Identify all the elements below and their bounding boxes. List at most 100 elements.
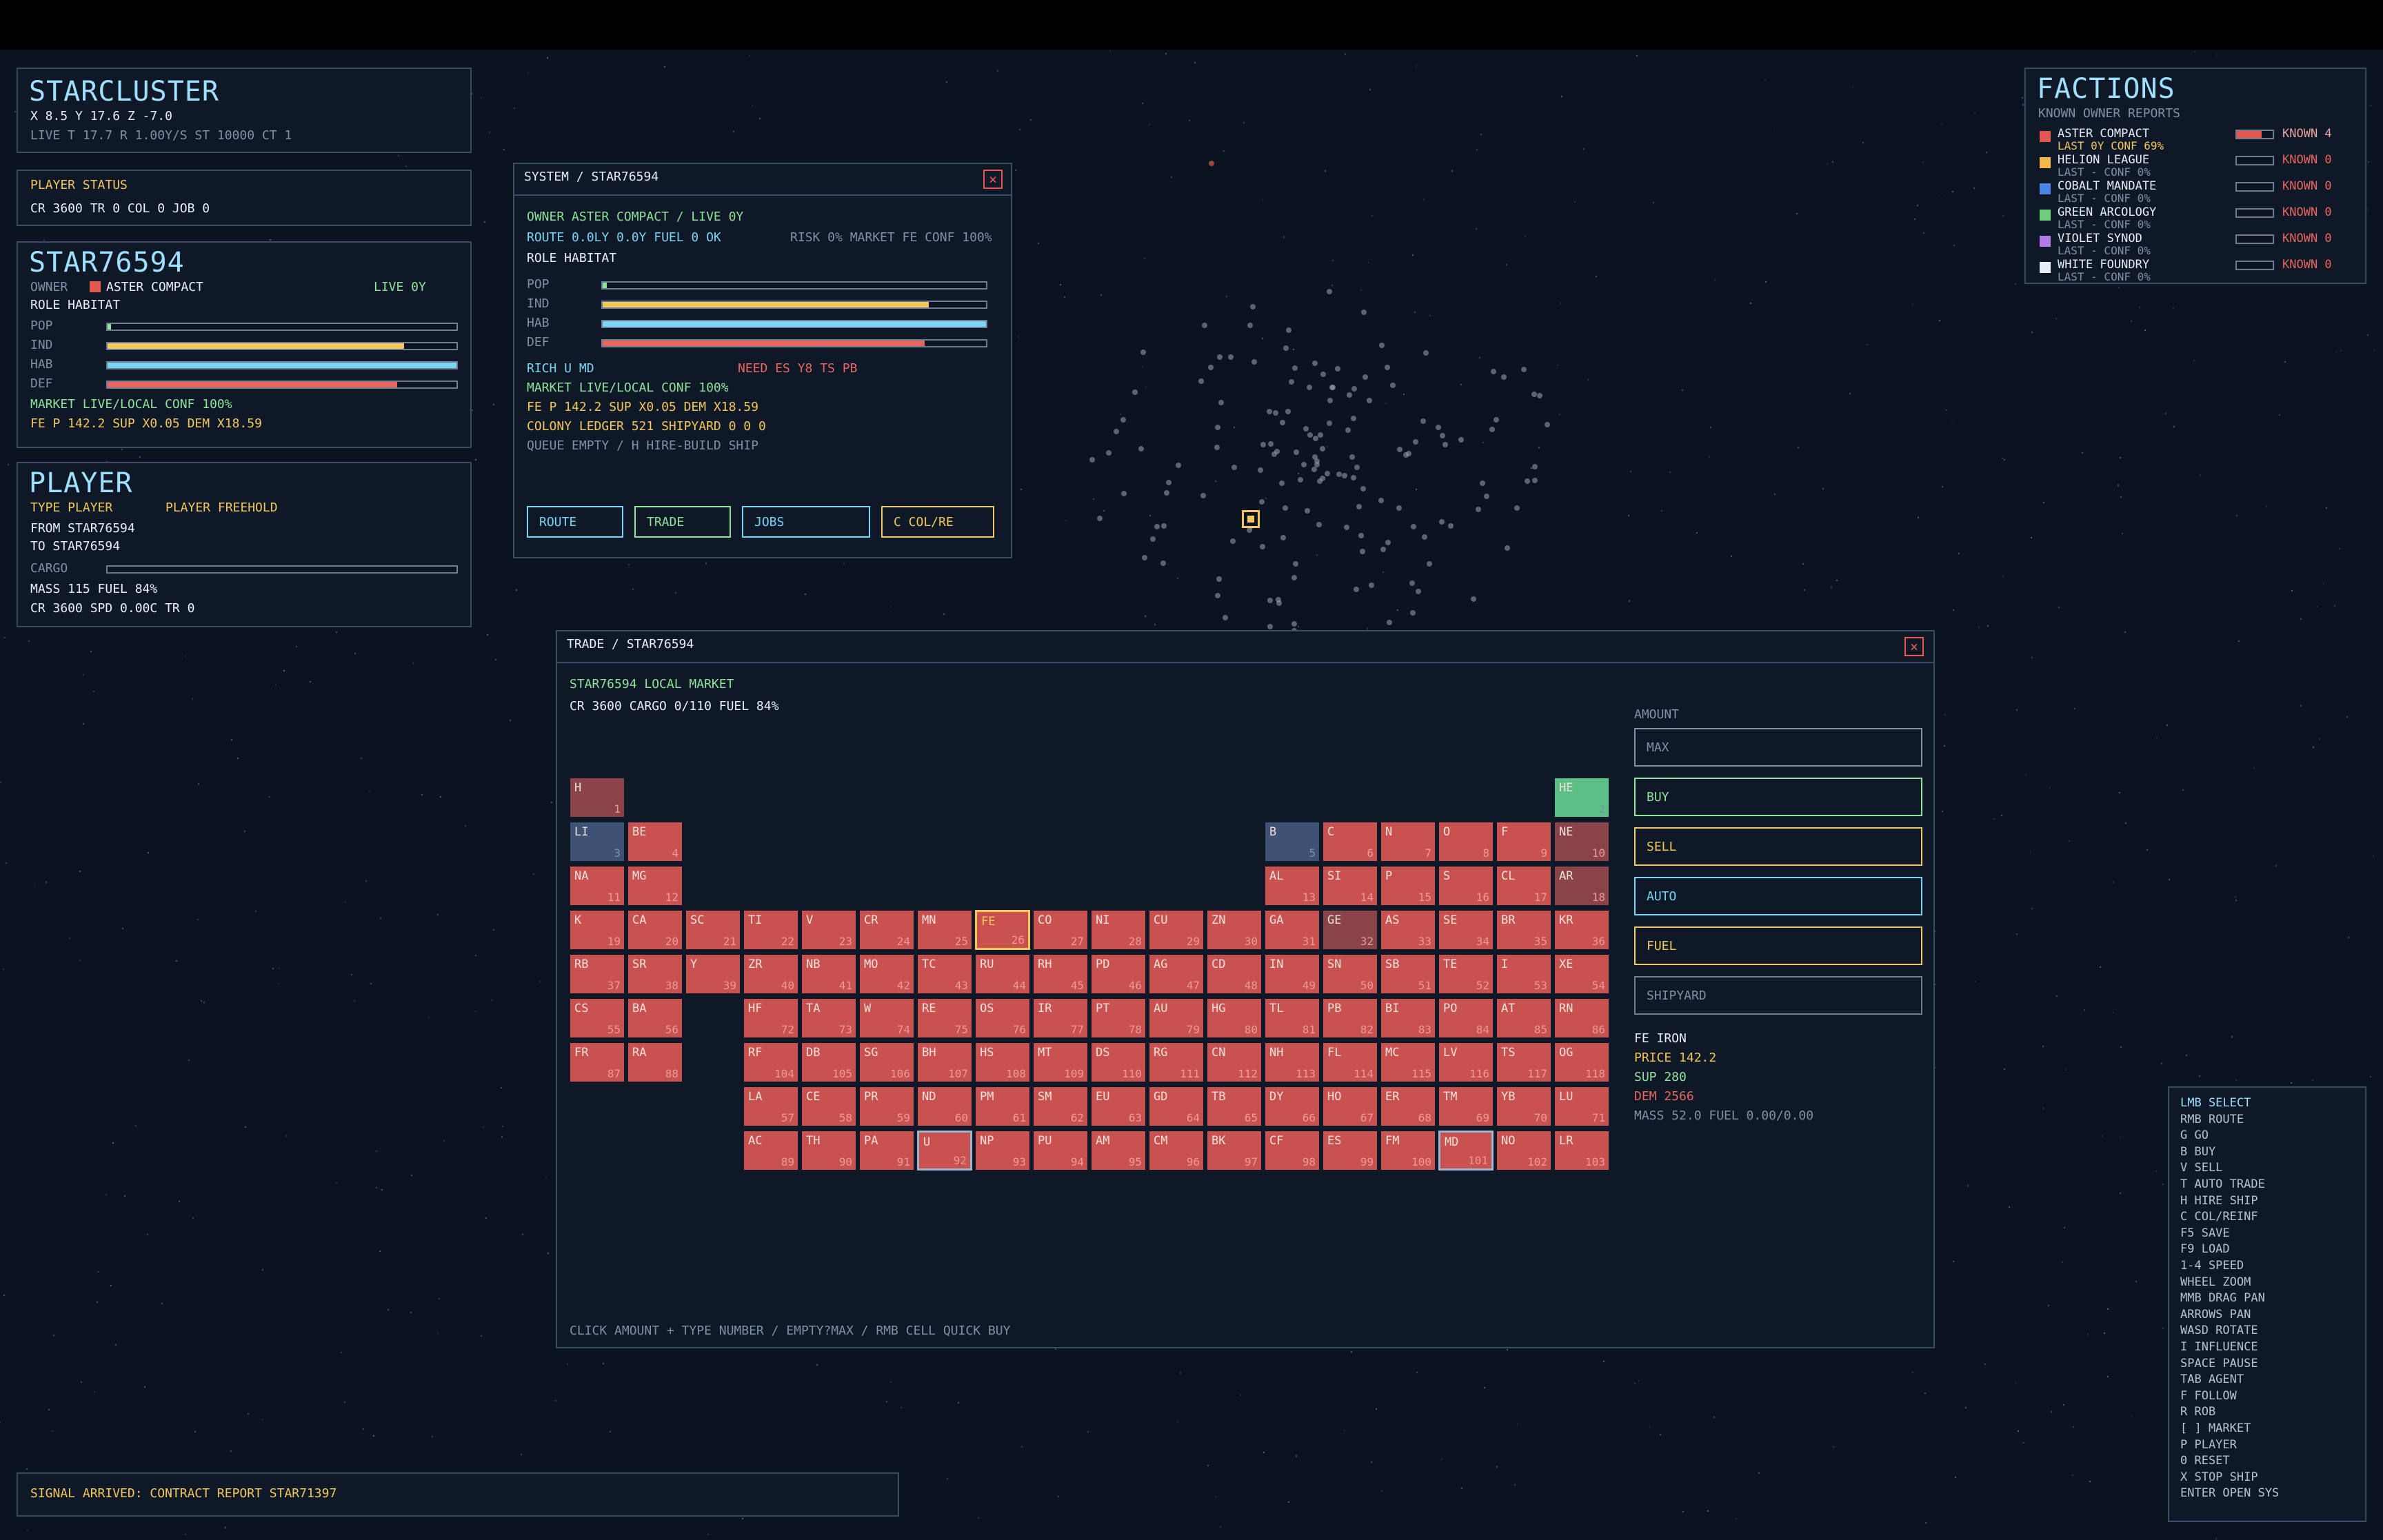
element-cell-mn[interactable]: MN 25: [917, 910, 972, 950]
element-cell-mc[interactable]: MC 115: [1380, 1042, 1436, 1082]
element-cell-kr[interactable]: KR 36: [1554, 910, 1609, 950]
element-cell-hs[interactable]: HS 108: [975, 1042, 1030, 1082]
element-cell-os[interactable]: OS 76: [975, 998, 1030, 1038]
element-cell-s[interactable]: S 16: [1438, 866, 1494, 906]
element-cell-sb[interactable]: SB 51: [1380, 954, 1436, 994]
shipyard-button[interactable]: SHIPYARD: [1634, 976, 1922, 1015]
element-cell-cd[interactable]: CD 48: [1207, 954, 1262, 994]
element-cell-o[interactable]: O8: [1438, 822, 1494, 862]
element-cell-rf[interactable]: RF 104: [743, 1042, 798, 1082]
element-cell-tl[interactable]: TL 81: [1265, 998, 1320, 1038]
element-cell-te[interactable]: TE 52: [1438, 954, 1494, 994]
trade-close-icon[interactable]: ×: [1904, 637, 1924, 656]
element-cell-sn[interactable]: SN 50: [1323, 954, 1378, 994]
element-cell-au[interactable]: AU 79: [1149, 998, 1204, 1038]
faction-name[interactable]: WHITE FOUNDRY: [2058, 258, 2149, 272]
element-cell-es[interactable]: ES 99: [1323, 1131, 1378, 1171]
element-cell-ni[interactable]: NI 28: [1091, 910, 1146, 950]
element-cell-nh[interactable]: NH 113: [1265, 1042, 1320, 1082]
element-cell-th[interactable]: TH 90: [801, 1131, 856, 1171]
faction-name[interactable]: GREEN ARCOLOGY: [2058, 205, 2156, 219]
element-cell-cu[interactable]: CU 29: [1149, 910, 1204, 950]
element-cell-hf[interactable]: HF 72: [743, 998, 798, 1038]
element-cell-pr[interactable]: PR 59: [859, 1086, 914, 1126]
element-cell-fm[interactable]: FM 100: [1380, 1131, 1436, 1171]
faction-name[interactable]: HELION LEAGUE: [2058, 153, 2149, 167]
element-cell-ca[interactable]: CA 20: [627, 910, 683, 950]
element-cell-er[interactable]: ER 68: [1380, 1086, 1436, 1126]
element-cell-he[interactable]: HE 2: [1554, 778, 1609, 818]
element-cell-cm[interactable]: CM 96: [1149, 1131, 1204, 1171]
element-cell-i[interactable]: I 53: [1496, 954, 1551, 994]
element-cell-bk[interactable]: BK 97: [1207, 1131, 1262, 1171]
element-cell-eu[interactable]: EU 63: [1091, 1086, 1146, 1126]
element-cell-pt[interactable]: PT 78: [1091, 998, 1146, 1038]
element-cell-lv[interactable]: LV 116: [1438, 1042, 1494, 1082]
sell-button[interactable]: SELL: [1634, 827, 1922, 866]
element-cell-ag[interactable]: AG 47: [1149, 954, 1204, 994]
element-cell-sc[interactable]: SC 21: [685, 910, 741, 950]
element-cell-y[interactable]: Y 39: [685, 954, 741, 994]
element-cell-be[interactable]: BE 4: [627, 822, 683, 862]
element-cell-mt[interactable]: MT 109: [1033, 1042, 1088, 1082]
element-cell-b[interactable]: B5: [1265, 822, 1320, 862]
player-ship-marker[interactable]: [1242, 510, 1260, 528]
element-cell-p[interactable]: P 15: [1380, 866, 1436, 906]
element-cell-nd[interactable]: ND 60: [917, 1086, 972, 1126]
element-cell-no[interactable]: NO 102: [1496, 1131, 1551, 1171]
element-cell-fe[interactable]: FE 26: [975, 910, 1030, 950]
element-cell-db[interactable]: DB 105: [801, 1042, 856, 1082]
jobs-button[interactable]: JOBS: [742, 506, 870, 538]
element-cell-mo[interactable]: MO 42: [859, 954, 914, 994]
element-cell-pd[interactable]: PD 46: [1091, 954, 1146, 994]
element-cell-pb[interactable]: PB 82: [1323, 998, 1378, 1038]
element-cell-br[interactable]: BR 35: [1496, 910, 1551, 950]
element-cell-ar[interactable]: AR 18: [1554, 866, 1609, 906]
element-cell-ho[interactable]: HO 67: [1323, 1086, 1378, 1126]
faction-name[interactable]: VIOLET SYNOD: [2058, 232, 2142, 245]
element-cell-v[interactable]: V 23: [801, 910, 856, 950]
element-cell-f[interactable]: F9: [1496, 822, 1551, 862]
element-cell-pu[interactable]: PU 94: [1033, 1131, 1088, 1171]
element-cell-yb[interactable]: YB 70: [1496, 1086, 1551, 1126]
element-cell-tb[interactable]: TB 65: [1207, 1086, 1262, 1126]
faction-name[interactable]: ASTER COMPACT: [2058, 127, 2149, 141]
element-cell-li[interactable]: LI 3: [570, 822, 625, 862]
element-cell-sg[interactable]: SG 106: [859, 1042, 914, 1082]
element-cell-ta[interactable]: TA 73: [801, 998, 856, 1038]
element-cell-am[interactable]: AM 95: [1091, 1131, 1146, 1171]
element-cell-mg[interactable]: MG 12: [627, 866, 683, 906]
element-cell-md[interactable]: MD 101: [1438, 1131, 1494, 1171]
element-cell-h[interactable]: H1: [570, 778, 625, 818]
element-cell-cf[interactable]: CF 98: [1265, 1131, 1320, 1171]
element-cell-cn[interactable]: CN 112: [1207, 1042, 1262, 1082]
element-cell-la[interactable]: LA 57: [743, 1086, 798, 1126]
element-cell-ru[interactable]: RU 44: [975, 954, 1030, 994]
element-cell-si[interactable]: SI 14: [1323, 866, 1378, 906]
element-cell-k[interactable]: K 19: [570, 910, 625, 950]
amount-input[interactable]: MAX: [1634, 728, 1922, 767]
element-cell-gd[interactable]: GD 64: [1149, 1086, 1204, 1126]
element-cell-ds[interactable]: DS 110: [1091, 1042, 1146, 1082]
route-button[interactable]: ROUTE: [527, 506, 623, 538]
colonize-button[interactable]: C COL/RE: [881, 506, 994, 538]
element-cell-sr[interactable]: SR 38: [627, 954, 683, 994]
element-cell-bh[interactable]: BH 107: [917, 1042, 972, 1082]
element-cell-ne[interactable]: NE 10: [1554, 822, 1609, 862]
faction-name[interactable]: COBALT MANDATE: [2058, 179, 2156, 193]
buy-button[interactable]: BUY: [1634, 778, 1922, 816]
element-cell-rh[interactable]: RH 45: [1033, 954, 1088, 994]
element-cell-pm[interactable]: PM 61: [975, 1086, 1030, 1126]
element-cell-tc[interactable]: TC 43: [917, 954, 972, 994]
system-close-icon[interactable]: ×: [983, 170, 1003, 189]
element-cell-ac[interactable]: AC 89: [743, 1131, 798, 1171]
element-cell-as[interactable]: AS 33: [1380, 910, 1436, 950]
element-cell-bi[interactable]: BI 83: [1380, 998, 1436, 1038]
element-cell-fr[interactable]: FR 87: [570, 1042, 625, 1082]
element-cell-n[interactable]: N7: [1380, 822, 1436, 862]
element-cell-hg[interactable]: HG 80: [1207, 998, 1262, 1038]
element-cell-po[interactable]: PO 84: [1438, 998, 1494, 1038]
element-cell-rn[interactable]: RN 86: [1554, 998, 1609, 1038]
element-cell-ti[interactable]: TI 22: [743, 910, 798, 950]
fuel-button[interactable]: FUEL: [1634, 926, 1922, 965]
